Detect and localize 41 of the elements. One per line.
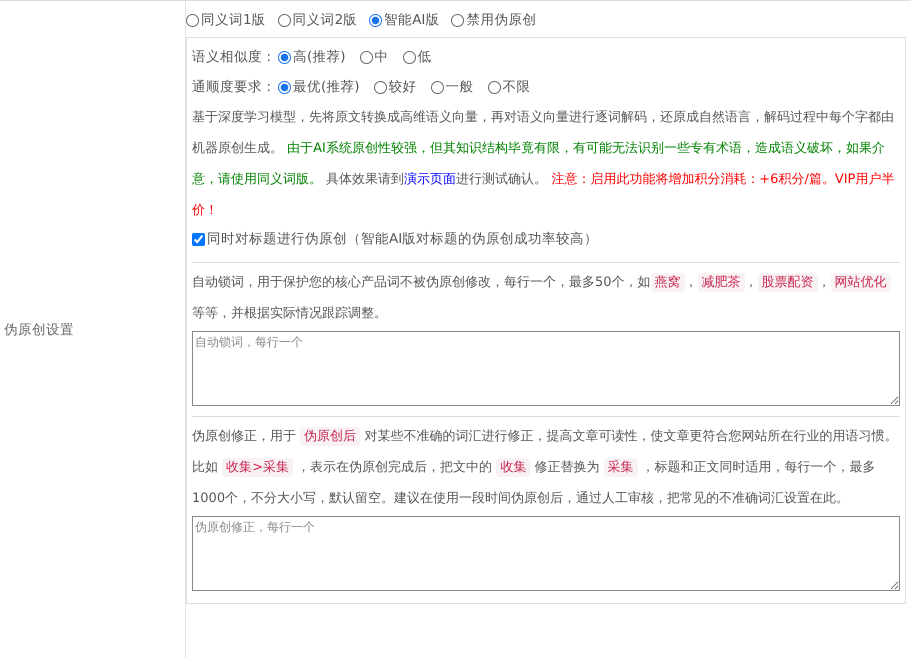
description-text: 自动锁词，用于保护您的核心产品词不被伪原创修改，每行一个，最多50个，如 燕窝 ， 减肥茶 ， 股票配资 ， 网站优化 等等，并根据实际情况跟踪调整。 [192, 267, 900, 329]
keyword-tag: 收集 [496, 458, 530, 477]
radio-button[interactable] [451, 14, 464, 26]
radio-button[interactable] [488, 80, 501, 94]
keyword-tag: 伪原创后 [300, 427, 360, 446]
setting-label: 通顺度要求： [192, 78, 276, 96]
correction-field[interactable]: 伪原创修正，每行一个 [192, 516, 900, 591]
radio-button[interactable] [278, 50, 291, 64]
keyword-tag: 减肥茶 [698, 273, 745, 292]
keyword-tag: 燕窝 [650, 273, 685, 292]
mode-radio[interactable]: 禁用伪原创 [451, 11, 536, 29]
mode-radio[interactable]: 智能AI版 [369, 11, 440, 29]
row-label: 伪原创设置 [4, 320, 74, 338]
option-radio[interactable]: 中 [360, 48, 389, 66]
description-text: 基于深度学习模型，先将原文转换成高维语义向量，再对语义向量进行逐词解码，还原成自然语言，解码过程中每个字都由机器原创生成。 由于AI系统原创性较强，但其知识结构毕竟有限，有可能无法识别一些专有术语，造成语义破坏，如果介意，请使用同义词版。 具体效果请到演示页面进行测试确认。 注意：启用此功能将增加积分消耗：+6积分/篇。VIP用户半价！ [192, 109, 896, 220]
option-radio[interactable]: 高(推荐) [278, 48, 346, 66]
radio-button[interactable] [374, 80, 387, 94]
lock-words-field[interactable]: 自动锁词，每行一个 [192, 331, 900, 406]
option-radio[interactable]: 不限 [488, 78, 531, 96]
radio-button[interactable] [430, 80, 444, 94]
radio-button[interactable] [369, 14, 382, 26]
option-radio[interactable]: 较好 [374, 78, 417, 96]
mode-radio[interactable]: 同义词1版 [186, 11, 266, 29]
option-radio[interactable]: 最优(推荐) [278, 78, 360, 96]
option-radio[interactable]: 低 [402, 48, 432, 66]
keyword-tag: 网站优化 [830, 273, 891, 292]
option-radio[interactable]: 一般 [430, 78, 474, 96]
radio-button[interactable] [402, 50, 416, 64]
checkbox[interactable] [192, 232, 205, 246]
radio-button[interactable] [278, 80, 291, 94]
radio-button[interactable] [360, 50, 373, 64]
setting-label: 语义相似度： [192, 48, 276, 66]
keyword-tag: 采集 [604, 458, 638, 477]
radio-button[interactable] [278, 14, 291, 26]
radio-button[interactable] [186, 14, 199, 26]
title-checkbox[interactable]: 同时对标题进行伪原创（智能AI版对标题的伪原创成功率较高） [192, 226, 900, 252]
keyword-tag: 股票配资 [758, 273, 818, 292]
demo-page-link[interactable]: 演示页面 [404, 172, 456, 187]
description-text: 伪原创修正，用于 伪原创后 对某些不准确的词汇进行修正，提高文章可读性，使文章更符合您网站所在行业的用语习惯。比如 收集>采集 ，表示在伪原创完成后，把文中的 收集 修正替换为 采集 ，标题和正文同时适用，每行一个，最多1000个，不分大小写，默认留空。建议在使用一段时间伪原创后，通过人工审核，把常见的不准确词汇设置在此。 [192, 426, 898, 508]
mode-radio[interactable]: 同义词2版 [278, 11, 358, 29]
keyword-tag: 收集>采集 [222, 458, 294, 477]
